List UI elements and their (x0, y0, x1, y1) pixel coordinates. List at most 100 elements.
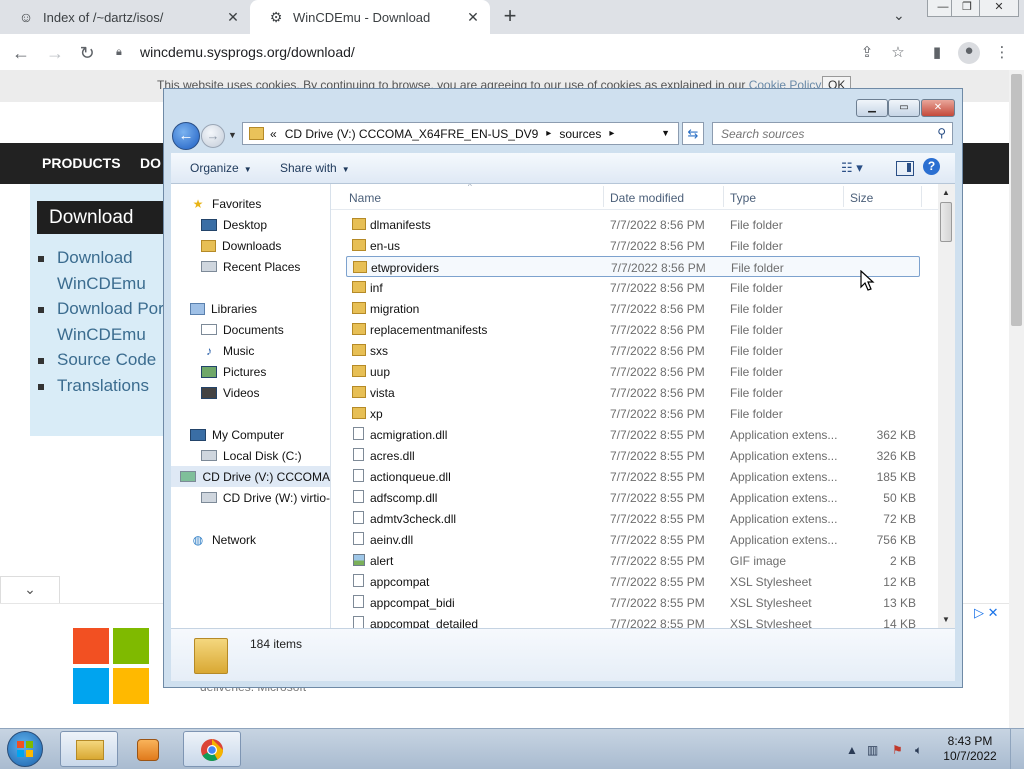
start-button[interactable] (7, 731, 43, 767)
nav-desktop[interactable]: Desktop (171, 214, 330, 235)
table-row[interactable]: acmigration.dll 7/7/2022 8:55 PM Applicati… (346, 424, 920, 445)
link-translations[interactable]: Translations (38, 376, 149, 396)
nav-music[interactable]: ♪ Music (171, 340, 330, 361)
organize-button[interactable]: Organize ▼ (190, 161, 252, 175)
side-panel-icon[interactable]: ▮ (927, 44, 947, 64)
column-name[interactable]: Name (349, 191, 381, 205)
link-source-code[interactable]: Source Code (38, 350, 156, 370)
search-icon[interactable]: ⚲ (937, 126, 946, 140)
forward-arrow-icon[interactable]: → (44, 42, 66, 64)
page-scrollbar-thumb[interactable] (1011, 74, 1022, 326)
nav-downloads[interactable]: Downloads (171, 235, 330, 256)
file-list-scrollbar-thumb[interactable] (940, 202, 952, 242)
close-tab-icon[interactable]: ✕ (222, 9, 244, 26)
new-tab-button[interactable]: + (498, 4, 522, 28)
bookmark-star-icon[interactable]: ☆ (888, 44, 908, 64)
explorer-maximize-button[interactable]: ▭ (888, 99, 920, 117)
explorer-address-bar[interactable]: « CD Drive (V:) CCCOMA_X64FRE_EN-US_DV9 … (242, 122, 679, 145)
explorer-close-button[interactable]: ✕ (921, 99, 955, 117)
link-download-wincdemu-cont[interactable]: WinCDEmu (57, 274, 146, 294)
column-date-modified[interactable]: Date modified (610, 191, 684, 205)
chevron-right-icon[interactable]: ▸ (609, 128, 614, 139)
show-desktop-button[interactable] (1010, 729, 1024, 769)
search-input[interactable] (719, 123, 923, 145)
file-list-scrollbar[interactable] (938, 184, 955, 628)
table-row[interactable]: dlmanifests 7/7/2022 8:56 PM File folder (346, 214, 920, 235)
preview-pane-icon[interactable] (896, 161, 914, 176)
explorer-minimize-button[interactable]: ▁ (856, 99, 888, 117)
back-arrow-icon[interactable]: ← (172, 122, 200, 150)
network-tray-icon[interactable]: ▥ (867, 743, 878, 757)
forward-arrow-icon[interactable]: → (201, 124, 225, 148)
table-row[interactable]: migration 7/7/2022 8:56 PM File folder (346, 298, 920, 319)
share-icon[interactable]: ⇪ (857, 44, 877, 64)
table-row[interactable]: sxs 7/7/2022 8:56 PM File folder (346, 340, 920, 361)
address-segment-drive[interactable]: CD Drive (V:) CCCOMA_X64FRE_EN-US_DV9 (285, 127, 539, 141)
profile-avatar-icon[interactable]: ● (958, 42, 980, 64)
close-tab-icon[interactable]: ✕ (462, 9, 484, 26)
search-box[interactable]: ⚲ (712, 122, 953, 145)
nav-network[interactable]: ◍ Network (171, 529, 330, 550)
column-type[interactable]: Type (730, 191, 756, 205)
address-overflow-icon[interactable]: « (270, 127, 277, 141)
ad-choices-icon[interactable]: ▷ ✕ (974, 605, 999, 621)
table-row[interactable]: vista 7/7/2022 8:56 PM File folder (346, 382, 920, 403)
table-row[interactable]: aeinv.dll 7/7/2022 8:55 PM Application ext… (346, 529, 920, 550)
show-hidden-icons-icon[interactable]: ▲ (846, 743, 858, 757)
nav-products[interactable]: PRODUCTS (42, 155, 121, 171)
table-row[interactable]: uup 7/7/2022 8:56 PM File folder (346, 361, 920, 382)
nav-videos[interactable]: Videos (171, 382, 330, 403)
table-row[interactable]: appcompat_bidi 7/7/2022 8:55 PM XSL Styles… (346, 592, 920, 613)
table-row[interactable]: replacementmanifests 7/7/2022 8:56 PM File… (346, 319, 920, 340)
table-row[interactable]: en-us 7/7/2022 8:56 PM File folder (346, 235, 920, 256)
nav-documents[interactable]: Documents (171, 319, 330, 340)
table-row[interactable]: xp 7/7/2022 8:56 PM File folder (346, 403, 920, 424)
table-row[interactable]: alert 7/7/2022 8:55 PM GIF image 2 KB (346, 550, 920, 571)
help-icon[interactable]: ? (923, 158, 940, 175)
nav-cd-drive-v[interactable]: CD Drive (V:) CCCOMA (171, 466, 330, 487)
table-row[interactable]: inf 7/7/2022 8:56 PM File folder (346, 277, 920, 298)
table-row[interactable]: actionqueue.dll 7/7/2022 8:55 PM Applicati… (346, 466, 920, 487)
back-arrow-icon[interactable]: ← (10, 42, 32, 64)
table-row[interactable]: appcompat 7/7/2022 8:55 PM XSL Stylesheet 1… (346, 571, 920, 592)
nav-cd-drive-w[interactable]: CD Drive (W:) virtio- (171, 487, 330, 508)
table-row[interactable]: acres.dll 7/7/2022 8:55 PM Application ext… (346, 445, 920, 466)
nav-download[interactable]: DO (140, 155, 161, 171)
link-download-portable[interactable]: Download Por (38, 299, 164, 319)
nav-libraries[interactable]: Libraries (171, 298, 330, 319)
address-segment-sources[interactable]: sources (559, 127, 601, 141)
kebab-menu-icon[interactable]: ⋮ (992, 44, 1012, 64)
nav-local-disk-c[interactable]: Local Disk (C:) (171, 445, 330, 466)
action-center-icon[interactable]: ⚑ (892, 743, 903, 757)
history-dropdown-icon[interactable]: ▼ (228, 130, 237, 140)
volume-icon[interactable]: 🔈︎ (915, 743, 922, 758)
refresh-icon[interactable]: ⇆ (682, 122, 704, 145)
link-download-portable-cont[interactable]: WinCDEmu (57, 325, 146, 345)
table-row[interactable]: appcompat_detailed 7/7/2022 8:55 PM XSL St… (346, 613, 920, 628)
scroll-down-icon[interactable]: ▼ (942, 615, 950, 624)
address-bar[interactable]: 🔒︎ wincdemu.sysprogs.org/download/ (110, 37, 910, 67)
share-with-button[interactable]: Share with ▼ (280, 161, 350, 175)
column-size[interactable]: Size (850, 191, 873, 205)
taskbar-explorer-button[interactable] (60, 731, 118, 767)
taskbar-media-player-button[interactable] (120, 731, 178, 767)
nav-favorites[interactable]: ★ Favorites (171, 193, 330, 214)
link-download-wincdemu[interactable]: Download (38, 248, 133, 268)
table-row[interactable]: admtv3check.dll 7/7/2022 8:55 PM Applicati… (346, 508, 920, 529)
table-row[interactable]: etwproviders 7/7/2022 8:56 PM File folder (346, 256, 920, 277)
view-options-icon[interactable]: ☷ ▾ (841, 160, 863, 176)
tab-index-isos[interactable]: ☺ Index of /~dartz/isos/ ✕ (0, 0, 250, 34)
address-dropdown-icon[interactable]: ▼ (661, 128, 670, 138)
clock[interactable]: 8:43 PM 10/7/2022 (940, 734, 1000, 764)
scroll-up-icon[interactable]: ▲ (942, 188, 950, 197)
taskbar-chrome-button[interactable] (183, 731, 241, 767)
chevron-right-icon[interactable]: ▸ (546, 128, 551, 139)
nav-pictures[interactable]: Pictures (171, 361, 330, 382)
tab-search-chevron-icon[interactable]: ⌄ (893, 7, 905, 24)
table-row[interactable]: adfscomp.dll 7/7/2022 8:55 PM Application … (346, 487, 920, 508)
collapse-chevron-icon[interactable]: ⌄ (0, 576, 60, 603)
close-window-button[interactable]: ✕ (979, 0, 1019, 17)
nav-recent-places[interactable]: Recent Places (171, 256, 330, 277)
nav-my-computer[interactable]: My Computer (171, 424, 330, 445)
tab-wincdemu-download[interactable]: ⚙ WinCDEmu - Download ✕ (250, 0, 490, 34)
